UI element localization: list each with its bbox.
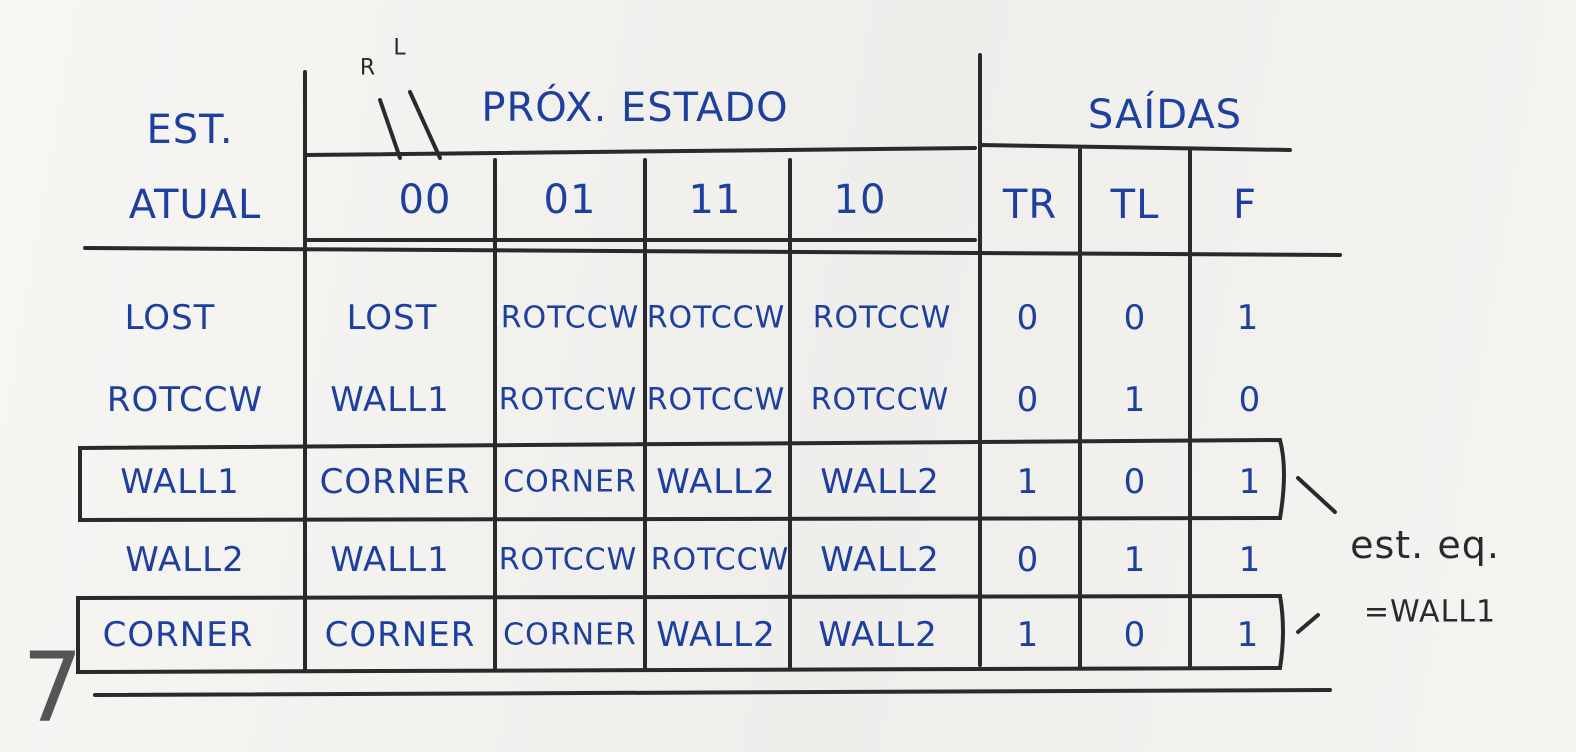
current-state-header-line1: EST. [146, 107, 234, 153]
row-wall1-next-01: CORNER [503, 464, 637, 500]
row-rotccw-tl: 1 [1123, 380, 1147, 420]
row-wall1-tr: 1 [1016, 462, 1040, 502]
row-lost-tl: 0 [1123, 298, 1147, 338]
row-rotccw-next-11: ROTCCW [646, 382, 786, 418]
current-state-header-line2: ATUAL [128, 182, 262, 228]
row-corner-next-00: CORNER [324, 615, 476, 655]
output-col-tr: TR [1002, 182, 1058, 228]
row-lost-next-11: ROTCCW [646, 300, 786, 336]
output-col-tl: TL [1110, 182, 1160, 228]
row-corner-state: CORNER [102, 615, 254, 655]
row-wall1-tl: 0 [1123, 462, 1147, 502]
row-corner-next-10: WALL2 [818, 615, 938, 655]
equivalent-states-note: est. eq. [1350, 523, 1500, 567]
row-rotccw-next-01: ROTCCW [498, 382, 638, 418]
input-col-01: 01 [543, 177, 597, 223]
input-col-00: 00 [398, 177, 452, 223]
row-wall2-f: 1 [1238, 540, 1262, 580]
equivalent-states-equals: =WALL1 [1363, 594, 1497, 630]
row-corner-tl: 0 [1123, 615, 1147, 655]
row-wall2-next-01: ROTCCW [498, 542, 638, 578]
outputs-header: SAÍDAS [1087, 92, 1243, 138]
row-rotccw-tr: 0 [1016, 380, 1040, 420]
row-wall2-next-10: WALL2 [820, 540, 940, 580]
row-lost-state: LOST [124, 298, 216, 338]
row-rotccw-next-00: WALL1 [330, 380, 450, 420]
row-wall2-tl: 1 [1123, 540, 1147, 580]
next-state-header: PRÓX. ESTADO [481, 85, 789, 131]
row-rotccw-f: 0 [1238, 380, 1262, 420]
row-rotccw-state: ROTCCW [106, 380, 264, 420]
row-wall2-tr: 0 [1016, 540, 1040, 580]
row-corner-tr: 1 [1016, 615, 1040, 655]
row-corner-next-01: CORNER [503, 617, 637, 653]
row-wall1-f: 1 [1238, 462, 1262, 502]
row-wall1-state: WALL1 [120, 462, 240, 502]
output-col-f: F [1232, 182, 1258, 228]
row-lost-next-00: LOST [346, 298, 438, 338]
row-wall2-state: WALL2 [125, 540, 245, 580]
row-wall2-next-00: WALL1 [330, 540, 450, 580]
row-lost-tr: 0 [1016, 298, 1040, 338]
page-number: 7 [22, 632, 84, 744]
row-lost-f: 1 [1236, 298, 1260, 338]
input-r-label: R [359, 55, 377, 81]
row-rotccw-next-10: ROTCCW [810, 382, 950, 418]
row-wall1-next-10: WALL2 [820, 462, 940, 502]
row-lost-next-01: ROTCCW [500, 300, 640, 336]
row-wall1-next-00: CORNER [319, 462, 471, 502]
input-col-10: 10 [833, 177, 887, 223]
row-wall2-next-11: ROTCCW [650, 542, 790, 578]
row-wall1-next-11: WALL2 [656, 462, 776, 502]
input-l-label: L [393, 35, 407, 61]
row-corner-f: 1 [1236, 615, 1260, 655]
row-lost-next-10: ROTCCW [812, 300, 952, 336]
row-corner-next-11: WALL2 [656, 615, 776, 655]
input-col-11: 11 [688, 177, 742, 223]
